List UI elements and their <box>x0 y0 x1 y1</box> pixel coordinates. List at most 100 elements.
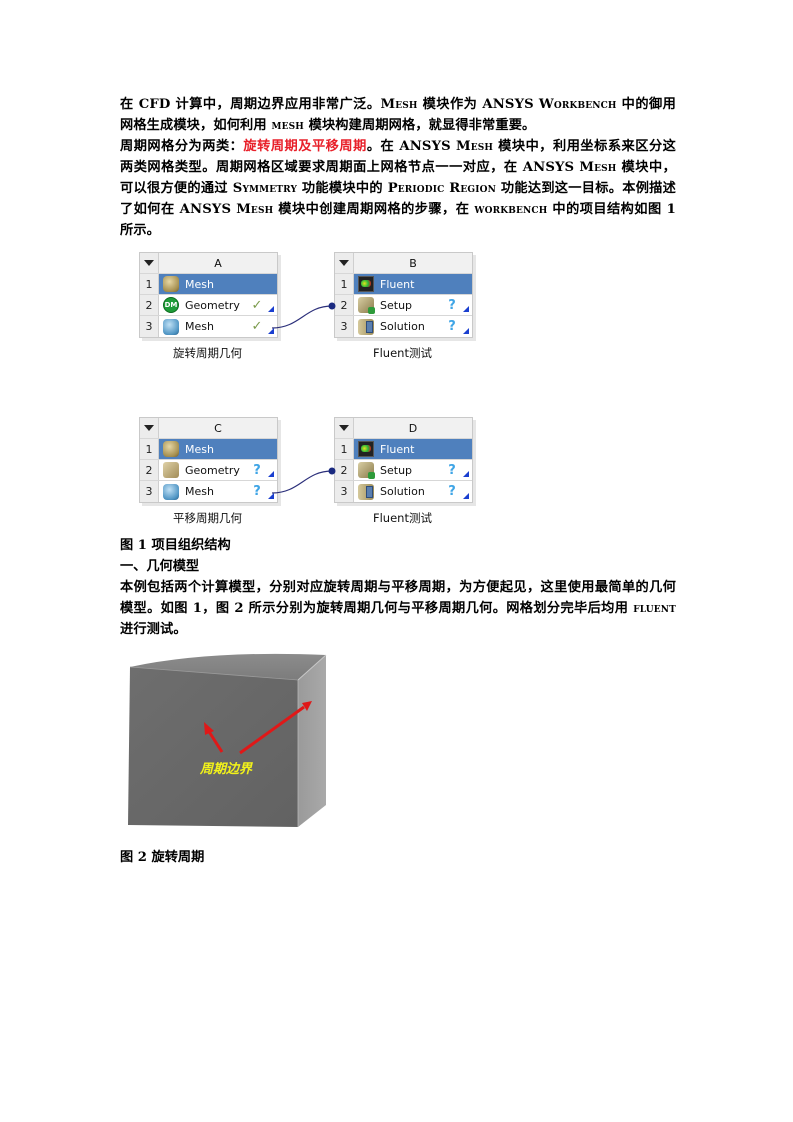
system-menu-button[interactable] <box>335 418 354 438</box>
system-menu-button[interactable] <box>140 418 159 438</box>
cell-row[interactable]: 1 Fluent <box>335 439 472 460</box>
cell-label: Fluent <box>380 277 415 291</box>
cell-label: Setup <box>380 298 413 312</box>
cell-label: Fluent <box>380 442 415 456</box>
figure-1-caption: 图 1 项目组织结构 <box>120 538 231 553</box>
system-b[interactable]: B 1 Fluent 2 Setup? 3 Solution? <box>334 252 473 338</box>
setup-icon <box>358 297 375 314</box>
row-number: 1 <box>140 439 159 459</box>
text: 周期网格分为两类： <box>120 139 244 154</box>
connector-dot <box>328 467 336 475</box>
row-number: 1 <box>140 274 159 294</box>
text: Mesh <box>579 160 617 175</box>
connector-line <box>271 470 333 494</box>
connector-c-d <box>271 467 336 494</box>
cell-row[interactable]: 1 Fluent <box>335 274 472 295</box>
cell-label: Solution <box>380 485 425 498</box>
solution-icon <box>358 483 374 500</box>
system-caption: Fluent测试 <box>373 511 432 525</box>
row-number: 2 <box>140 295 159 315</box>
question-mark-icon: ? <box>448 319 456 334</box>
text: Workbench <box>538 97 617 112</box>
cube-front-face <box>128 667 298 827</box>
corner-marker-icon <box>463 328 469 334</box>
text: Mesh <box>236 202 274 217</box>
text: Mesh <box>455 139 494 154</box>
text: 。在 ANSYS <box>366 139 456 154</box>
text: fluent <box>633 601 676 616</box>
periodic-types-paragraph: 周期网格分为两类：旋转周期及平移周期。在 ANSYS Mesh 模块中，利用坐标… <box>120 136 676 241</box>
cell-row[interactable]: 2 DM Geometry ✓ <box>140 295 277 316</box>
cell-row[interactable]: 3 Mesh ✓ <box>140 316 277 337</box>
mesh-icon <box>163 318 179 335</box>
text: workbench <box>474 202 548 217</box>
text: mesh <box>271 118 304 133</box>
system-a[interactable]: A 1 Mesh 2 DM Geometry ✓ 3 Mesh ✓ <box>139 252 278 338</box>
figure-2-rotational-geometry: 周期边界 <box>120 645 340 840</box>
cell-label: Geometry <box>185 298 240 312</box>
cube-image: 周期边界 <box>128 653 327 827</box>
column-label: B <box>354 253 472 273</box>
cell-row[interactable]: 2 Setup? <box>335 460 472 481</box>
cell-label: Solution <box>380 320 425 333</box>
fluent-icon <box>358 441 374 457</box>
system-d[interactable]: D 1 Fluent 2 Setup? 3 Solution? <box>334 417 473 503</box>
dropdown-arrow-icon <box>339 425 349 431</box>
section-heading: 一、几何模型 <box>120 559 200 574</box>
question-mark-icon: ? <box>448 297 456 313</box>
cell-row[interactable]: 1 Mesh <box>140 439 277 460</box>
system-c[interactable]: C 1 Mesh 2 Geometry? 3 Mesh? <box>139 417 278 503</box>
checkmark-icon: ✓ <box>251 297 263 313</box>
figure-2-caption: 图 2 旋转周期 <box>120 850 205 865</box>
text: 进行测试。 <box>120 622 187 637</box>
corner-marker-icon <box>463 471 469 477</box>
cell-row[interactable]: 2 Setup? <box>335 295 472 316</box>
geometry-icon <box>163 462 179 478</box>
intro-paragraph: 在 CFD 计算中，周期边界应用非常广泛。Mesh 模块作为 ANSYS Wor… <box>120 94 676 136</box>
geometry-model-paragraph: 本例包括两个计算模型，分别对应旋转周期与平移周期，为方便起见，这里使用最简单的几… <box>120 577 676 640</box>
system-menu-button[interactable] <box>335 253 354 273</box>
checkmark-icon: ✓ <box>251 319 263 334</box>
row-number: 1 <box>335 439 354 459</box>
cell-row[interactable]: 3 Solution? <box>335 316 472 337</box>
solution-icon <box>358 318 374 335</box>
text: 本例包括两个计算模型，分别对应旋转周期与平移周期，为方便起见，这里使用最简单的几… <box>120 580 676 616</box>
cube-side-face <box>298 655 326 827</box>
text: 功能模块中的 <box>297 181 388 196</box>
cell-row[interactable]: 3 Solution? <box>335 481 472 502</box>
question-mark-icon: ? <box>448 484 456 499</box>
highlight-text: 旋转周期及平移周期 <box>243 139 367 154</box>
setup-icon <box>358 462 375 479</box>
system-caption: 旋转周期几何 <box>173 346 242 360</box>
periodic-boundary-label: 周期边界 <box>199 761 253 777</box>
mesh-icon <box>163 276 179 292</box>
question-mark-icon: ? <box>448 462 456 478</box>
cell-row[interactable]: 1 Mesh <box>140 274 277 295</box>
row-number: 3 <box>140 316 159 337</box>
connector-line <box>271 305 333 329</box>
designmodeler-icon: DM <box>163 297 179 313</box>
corner-marker-icon <box>463 493 469 499</box>
system-caption: Fluent测试 <box>373 346 432 360</box>
question-mark-icon: ? <box>253 462 261 478</box>
dropdown-arrow-icon <box>144 260 154 266</box>
text: 在 CFD 计算中，周期边界应用非常广泛。 <box>120 97 381 112</box>
cell-label: Mesh <box>185 485 214 498</box>
system-menu-button[interactable] <box>140 253 159 273</box>
text: 模块构建周期网格，就显得非常重要。 <box>303 118 536 133</box>
text: Mesh <box>380 97 418 112</box>
row-number: 1 <box>335 274 354 294</box>
connector-a-b <box>271 302 336 329</box>
text: Symmetry <box>232 181 298 196</box>
cell-row[interactable]: 3 Mesh? <box>140 481 277 502</box>
column-label: C <box>159 418 277 438</box>
row-number: 2 <box>140 460 159 480</box>
cell-label: Geometry <box>185 463 240 477</box>
cell-label: Setup <box>380 463 413 477</box>
cell-label: Mesh <box>185 442 214 456</box>
mesh-icon <box>163 441 179 457</box>
cell-row[interactable]: 2 Geometry? <box>140 460 277 481</box>
text: 模块中创建周期网格的步骤，在 <box>273 202 475 217</box>
text: 模块作为 ANSYS <box>417 97 539 112</box>
corner-marker-icon <box>463 306 469 312</box>
